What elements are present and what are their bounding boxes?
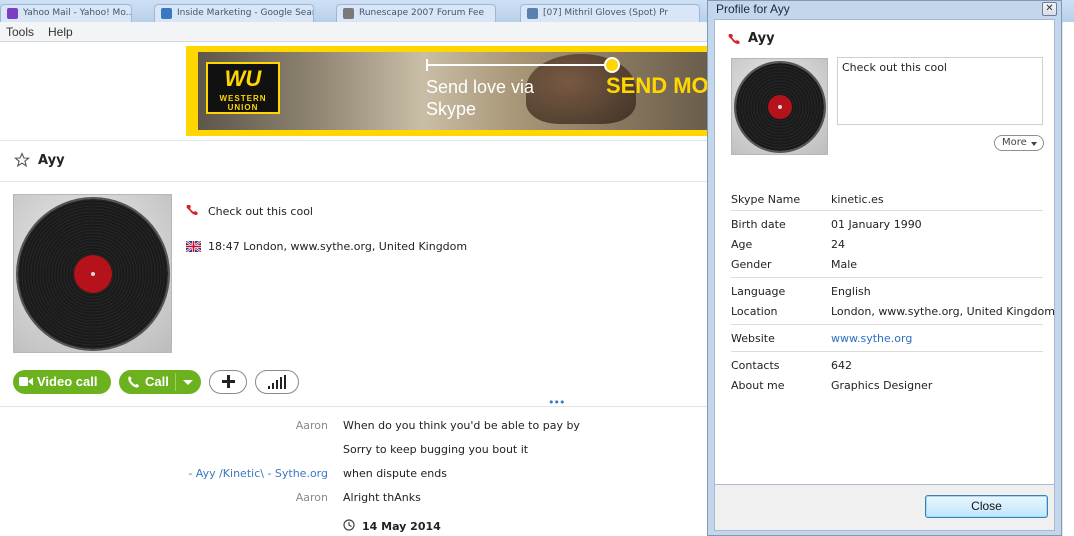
profile-mood-box: Check out this cool bbox=[837, 57, 1043, 125]
about-me-value: Graphics Designer bbox=[831, 379, 933, 392]
divider bbox=[731, 324, 1043, 325]
call-label: Call bbox=[145, 374, 169, 389]
ad-banner[interactable]: WU WESTERN UNION Send love via Skype SEN… bbox=[186, 46, 716, 136]
browser-tab[interactable]: Inside Marketing - Google Search bbox=[154, 4, 314, 22]
video-camera-icon bbox=[19, 377, 33, 386]
clock-icon bbox=[343, 519, 355, 531]
record-hole bbox=[91, 272, 95, 276]
add-people-button[interactable] bbox=[209, 370, 247, 394]
status-icon bbox=[186, 205, 198, 215]
divider bbox=[731, 210, 1043, 211]
language-value: English bbox=[831, 285, 871, 298]
age-value: 24 bbox=[831, 238, 845, 251]
star-icon[interactable] bbox=[14, 152, 30, 168]
browser-tab[interactable]: Yahoo Mail - Yahoo! Mo... bbox=[0, 4, 132, 22]
ad-headline: SEND MONEY WESTERN UNION bbox=[606, 74, 716, 98]
video-call-button[interactable]: Video call bbox=[13, 370, 111, 394]
uk-flag-icon bbox=[186, 241, 201, 252]
message-sender-link[interactable]: - Ayy /Kinetic\ - Sythe.org bbox=[188, 467, 328, 480]
close-x-icon[interactable]: ✕ bbox=[1042, 2, 1057, 16]
plus-icon bbox=[222, 375, 235, 388]
skype-name-value: kinetic.es bbox=[831, 193, 884, 206]
mood-message: Check out this cool bbox=[208, 205, 313, 218]
profile-window-title: Profile for Ayy bbox=[716, 2, 790, 16]
resize-handle-icon[interactable]: ••• bbox=[548, 396, 565, 409]
menu-help[interactable]: Help bbox=[48, 25, 73, 39]
call-button[interactable]: Call bbox=[119, 370, 201, 394]
tab-favicon-icon bbox=[161, 8, 172, 19]
message-sender: Aaron bbox=[295, 491, 328, 504]
date-separator: 14 May 2014 bbox=[362, 520, 441, 533]
field-label: Website bbox=[731, 332, 775, 345]
profile-window: Profile for Ayy ✕ Ayy Check out this coo… bbox=[707, 0, 1062, 536]
divider bbox=[0, 140, 710, 141]
browser-tab-label: Yahoo Mail - Yahoo! Mo... bbox=[23, 8, 132, 18]
profile-window-footer: Close bbox=[714, 485, 1055, 531]
more-label: More bbox=[1002, 137, 1027, 148]
browser-tab-label: Inside Marketing - Google Search bbox=[177, 8, 314, 18]
field-label: Location bbox=[731, 305, 778, 318]
signal-bars-icon bbox=[268, 375, 286, 389]
status-icon bbox=[728, 34, 740, 44]
screen: Yahoo Mail - Yahoo! Mo... Inside Marketi… bbox=[0, 0, 1074, 536]
contact-avatar[interactable] bbox=[13, 194, 172, 353]
divider bbox=[731, 277, 1043, 278]
call-split-divider bbox=[175, 373, 176, 391]
browser-tab-label: Runescape 2007 Forum Fee bbox=[359, 8, 484, 18]
field-label: About me bbox=[731, 379, 785, 392]
browser-tab[interactable]: Runescape 2007 Forum Fee bbox=[336, 4, 496, 22]
call-options-caret-icon[interactable] bbox=[183, 380, 193, 385]
browser-tab[interactable]: [07] Mithril Gloves (Spot) Pr bbox=[520, 4, 700, 22]
message-sender: Aaron bbox=[295, 419, 328, 432]
ad-slider-line bbox=[426, 64, 616, 66]
field-label: Contacts bbox=[731, 359, 780, 372]
field-label: Birth date bbox=[731, 218, 786, 231]
message-text: when dispute ends bbox=[343, 467, 447, 480]
contact-name: Ayy bbox=[38, 153, 65, 168]
more-button[interactable]: More bbox=[994, 135, 1044, 151]
location-value: London, www.sythe.org, United Kingdom bbox=[831, 305, 1055, 318]
browser-tab-label: [07] Mithril Gloves (Spot) Pr bbox=[543, 8, 669, 18]
background-window-edge bbox=[1062, 22, 1074, 536]
western-union-logo: WU WESTERN UNION bbox=[206, 62, 280, 114]
divider bbox=[731, 351, 1043, 352]
chevron-down-icon bbox=[1031, 142, 1037, 146]
message-text: When do you think you'd be able to pay b… bbox=[343, 419, 580, 432]
profile-avatar bbox=[731, 58, 828, 155]
message-text: Sorry to keep bugging you bout it bbox=[343, 443, 529, 456]
field-label: Language bbox=[731, 285, 786, 298]
video-call-label: Video call bbox=[37, 374, 98, 389]
menu-tools[interactable]: Tools bbox=[6, 25, 34, 39]
divider bbox=[0, 406, 710, 407]
website-link[interactable]: www.sythe.org bbox=[831, 332, 912, 345]
field-label: Skype Name bbox=[731, 193, 801, 206]
profile-name: Ayy bbox=[748, 31, 775, 46]
divider bbox=[0, 181, 710, 182]
field-label: Age bbox=[731, 238, 753, 251]
gender-value: Male bbox=[831, 258, 858, 271]
field-label: Gender bbox=[731, 258, 772, 271]
tab-favicon-icon bbox=[527, 8, 538, 19]
tab-favicon-icon bbox=[343, 8, 354, 19]
phone-icon bbox=[128, 376, 140, 388]
profile-window-body: Ayy Check out this cool More Skype Name … bbox=[714, 19, 1055, 485]
tab-favicon-icon bbox=[7, 8, 18, 19]
ad-slider-dot bbox=[604, 57, 620, 73]
message-text: Alright thAnks bbox=[343, 491, 421, 504]
birth-date-value: 01 January 1990 bbox=[831, 218, 922, 231]
ad-tagline: Send love via Skype bbox=[426, 77, 535, 119]
contacts-count-value: 642 bbox=[831, 359, 852, 372]
record-hole bbox=[778, 105, 782, 109]
local-time-location: 18:47 London, www.sythe.org, United King… bbox=[208, 240, 468, 253]
call-quality-button[interactable] bbox=[255, 370, 299, 394]
close-button[interactable]: Close bbox=[925, 495, 1048, 518]
